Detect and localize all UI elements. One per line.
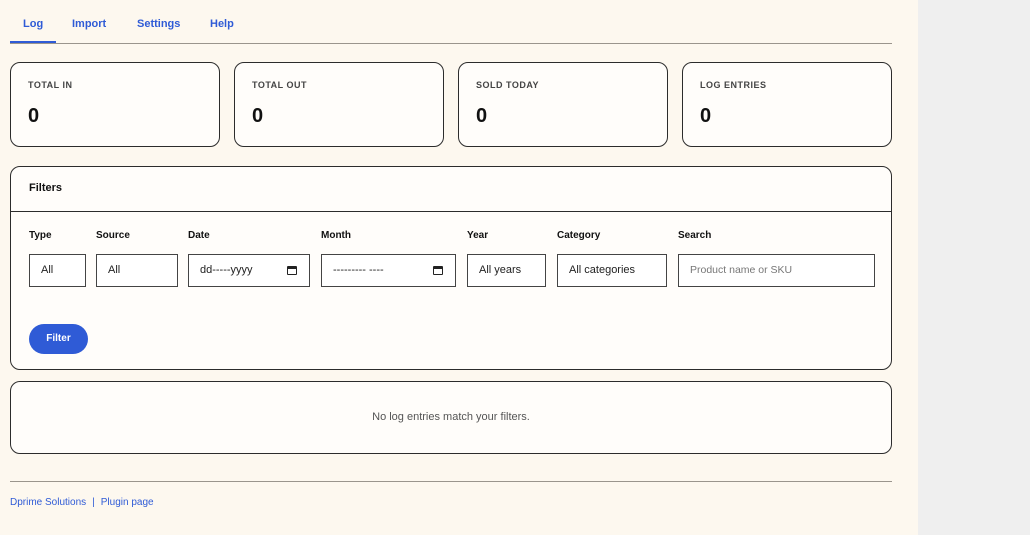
stat-label: TOTAL IN — [28, 80, 73, 90]
stat-card-sold-today: SOLD TODAY 0 — [458, 62, 668, 147]
plugin-page-link[interactable]: Plugin page — [101, 497, 154, 508]
footer-separator: | — [92, 497, 95, 508]
date-label: Date — [188, 230, 210, 241]
stat-label: SOLD TODAY — [476, 80, 540, 90]
filter-button[interactable]: Filter — [29, 324, 88, 354]
month-value: --------- ---- — [333, 264, 384, 276]
date-input[interactable]: dd-----yyyy — [188, 254, 310, 287]
year-label: Year — [467, 230, 489, 241]
month-input[interactable]: --------- ---- — [321, 254, 456, 287]
category-select[interactable]: All categories — [557, 254, 667, 287]
plugin-panel: Log Import Settings Help TOTAL IN 0 TOTA… — [0, 0, 918, 535]
footer: Dprime Solutions | Plugin page — [10, 497, 154, 508]
tab-bar: Log Import Settings Help — [9, 0, 892, 44]
stat-value: 0 — [252, 105, 264, 127]
source-select[interactable]: All — [96, 254, 178, 287]
dprime-solutions-link[interactable]: Dprime Solutions — [10, 497, 86, 508]
stat-value: 0 — [700, 105, 712, 127]
tab-log[interactable]: Log — [9, 18, 57, 43]
results-box: No log entries match your filters. — [10, 381, 892, 454]
search-label: Search — [678, 230, 712, 241]
tab-help[interactable]: Help — [210, 18, 234, 30]
type-label: Type — [29, 230, 52, 241]
month-label: Month — [321, 230, 351, 241]
stat-value: 0 — [476, 105, 488, 127]
search-input[interactable]: Product name or SKU — [678, 254, 875, 287]
category-label: Category — [557, 230, 601, 241]
stat-card-total-in: TOTAL IN 0 — [10, 62, 220, 147]
date-value: dd-----yyyy — [200, 264, 253, 276]
tab-settings[interactable]: Settings — [137, 18, 180, 30]
stat-card-log-entries: LOG ENTRIES 0 — [682, 62, 892, 147]
stat-label: TOTAL OUT — [252, 80, 307, 90]
tab-import[interactable]: Import — [72, 18, 106, 30]
calendar-icon[interactable] — [433, 266, 443, 275]
stat-value: 0 — [28, 105, 40, 127]
stat-label: LOG ENTRIES — [700, 80, 767, 90]
stat-card-total-out: TOTAL OUT 0 — [234, 62, 444, 147]
filters-box: Filters Type All Source All Date dd-----… — [10, 166, 892, 370]
empty-state-message: No log entries match your filters. — [372, 411, 530, 423]
calendar-icon[interactable] — [287, 266, 297, 275]
filters-header: Filters — [11, 167, 891, 212]
year-select[interactable]: All years — [467, 254, 546, 287]
footer-divider — [10, 481, 892, 482]
filters-title: Filters — [29, 182, 63, 194]
source-label: Source — [96, 230, 130, 241]
type-select[interactable]: All — [29, 254, 86, 287]
